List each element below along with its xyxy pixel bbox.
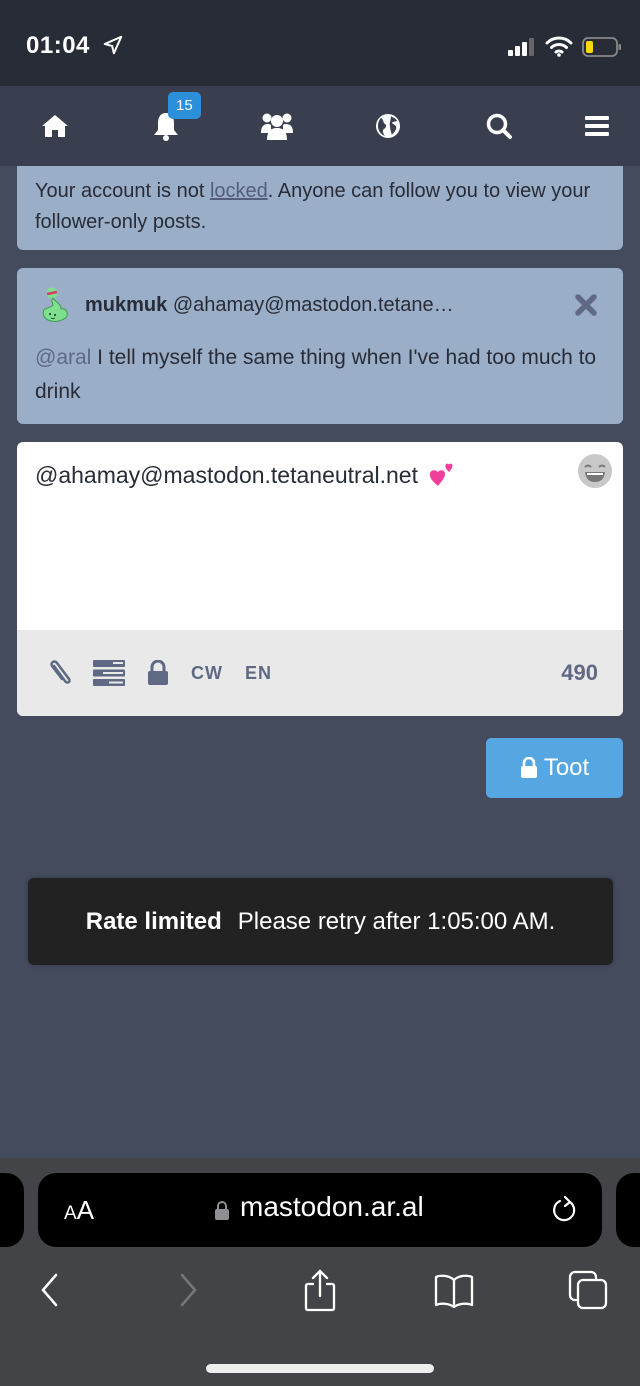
toast-message: Please retry after 1:05:00 AM. <box>237 907 556 935</box>
tabs-icon <box>568 1270 608 1310</box>
browser-toolbar: AA mastodon.ar.al <box>0 1158 640 1386</box>
lock-icon <box>148 660 168 685</box>
compose-toolbar: CW EN 490 <box>17 630 623 716</box>
hamburger-icon <box>585 116 609 136</box>
reply-indicator: mukmuk @ahamay@mastodon.tetane… @aral I … <box>17 268 623 424</box>
reply-content: @aral I tell myself the same thing when … <box>35 341 610 409</box>
toast-title: Rate limited <box>85 907 222 935</box>
toot-button[interactable]: Toot <box>486 738 623 798</box>
location-arrow-icon <box>103 35 123 55</box>
users-icon <box>261 113 293 140</box>
chevron-left-icon <box>41 1273 58 1307</box>
mention-link[interactable]: @aral <box>35 346 91 369</box>
content-warning-button[interactable]: CW <box>191 658 223 688</box>
compose-form: @ahamay@mastodon.tetaneutral.net CW EN 4… <box>17 442 623 716</box>
notification-count-badge: 15 <box>168 92 201 119</box>
nav-search[interactable] <box>479 108 519 144</box>
bookmarks-button[interactable] <box>432 1268 476 1312</box>
top-navigation <box>0 86 640 166</box>
language-button[interactable]: EN <box>245 658 272 688</box>
account-handle: @ahamay@mastodon.tetane… <box>172 294 454 316</box>
display-name: mukmuk <box>85 294 168 316</box>
toot-button-label: Toot <box>543 754 590 781</box>
share-icon <box>304 1269 336 1312</box>
nav-menu[interactable] <box>577 108 617 144</box>
paperclip-icon <box>50 660 71 684</box>
nav-local-timeline[interactable] <box>257 108 297 144</box>
add-poll-button[interactable] <box>92 658 126 688</box>
text-size-button[interactable]: AA <box>64 1195 94 1226</box>
previous-tab-preview[interactable] <box>0 1173 24 1247</box>
share-button[interactable] <box>298 1268 342 1312</box>
address-bar[interactable]: AA mastodon.ar.al <box>38 1173 602 1247</box>
emoji-picker-icon[interactable] <box>576 452 614 490</box>
attach-media-button[interactable] <box>45 658 75 688</box>
lock-icon <box>520 757 537 778</box>
wifi-icon <box>545 36 573 57</box>
warning-text-before: Your account is not <box>35 180 210 202</box>
compose-textarea[interactable]: @ahamay@mastodon.tetaneutral.net <box>35 462 565 489</box>
poll-icon <box>93 660 125 686</box>
status-bar: 01:04 <box>0 0 640 86</box>
back-button[interactable] <box>28 1268 72 1312</box>
compose-text: @ahamay@mastodon.tetaneutral.net <box>35 462 418 488</box>
privacy-button[interactable] <box>145 658 171 688</box>
home-icon <box>42 115 68 137</box>
cellular-signal-icon <box>508 38 534 56</box>
reply-author[interactable]: mukmuk @ahamay@mastodon.tetane… <box>85 294 454 317</box>
book-icon <box>434 1274 474 1308</box>
home-indicator[interactable] <box>206 1364 434 1373</box>
nav-home[interactable] <box>35 108 75 144</box>
chevron-right-icon <box>180 1273 197 1307</box>
nav-federated-timeline[interactable] <box>368 108 408 144</box>
account-not-locked-warning: Your account is not locked. Anyone can f… <box>17 166 623 250</box>
url-text: mastodon.ar.al <box>240 1191 424 1222</box>
character-counter: 490 <box>561 660 598 685</box>
reload-icon[interactable] <box>550 1195 580 1225</box>
next-tab-preview[interactable] <box>616 1173 640 1247</box>
cancel-reply-icon[interactable] <box>573 292 599 318</box>
forward-button[interactable] <box>166 1268 210 1312</box>
battery-icon <box>582 37 621 57</box>
secure-lock-icon <box>215 1201 229 1220</box>
reply-text: I tell myself the same thing when I've h… <box>35 346 597 403</box>
globe-icon <box>376 114 400 138</box>
search-icon <box>486 113 512 139</box>
clock: 01:04 <box>26 32 90 59</box>
tabs-button[interactable] <box>566 1268 610 1312</box>
rate-limit-toast[interactable]: Rate limited Please retry after 1:05:00 … <box>28 878 613 965</box>
avatar <box>42 287 68 322</box>
two-hearts-emoji-icon <box>430 463 453 486</box>
locked-link[interactable]: locked <box>210 180 268 202</box>
